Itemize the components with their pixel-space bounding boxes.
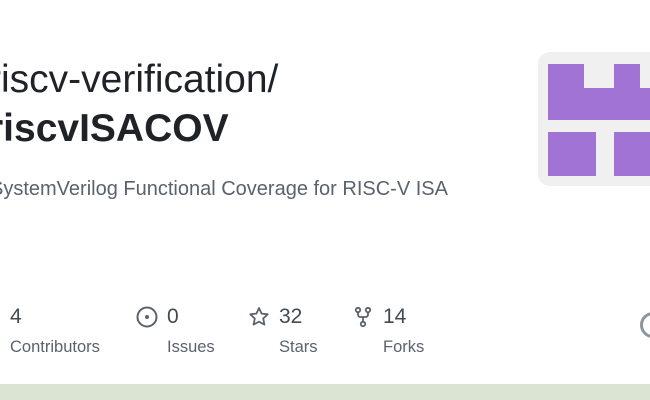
- fork-icon: [351, 305, 375, 329]
- stat-issues: 0 Issues: [135, 302, 215, 362]
- stat-stars: 32 Stars: [247, 302, 318, 362]
- repo-name-title: riscvISACOV: [0, 107, 229, 150]
- avatar-block: [548, 64, 584, 120]
- star-icon: [247, 305, 271, 329]
- bottom-color-bar: [0, 384, 650, 400]
- issues-count: 0: [167, 305, 179, 328]
- forks-count: 14: [383, 305, 407, 328]
- avatar-block: [548, 132, 596, 176]
- people-icon: [0, 305, 2, 329]
- contributors-label: Contributors: [10, 338, 100, 356]
- stars-count: 32: [279, 305, 303, 328]
- contributors-count: 4: [10, 305, 22, 328]
- avatar-block: [640, 88, 650, 120]
- github-logo-icon: [640, 312, 650, 338]
- stat-contributors: 4 Contributors: [0, 302, 100, 362]
- avatar-block: [614, 64, 640, 120]
- issue-circle-icon: [135, 305, 159, 329]
- avatar-block: [584, 88, 614, 120]
- repo-owner-avatar: [538, 52, 650, 186]
- stars-label: Stars: [279, 338, 318, 356]
- stat-forks: 14 Forks: [351, 302, 424, 362]
- forks-label: Forks: [383, 338, 425, 356]
- repo-owner-title: riscv-verification/: [0, 58, 279, 101]
- issues-label: Issues: [167, 338, 215, 356]
- avatar-block: [614, 132, 650, 176]
- repo-description: SystemVerilog Functional Coverage for RI…: [0, 178, 448, 200]
